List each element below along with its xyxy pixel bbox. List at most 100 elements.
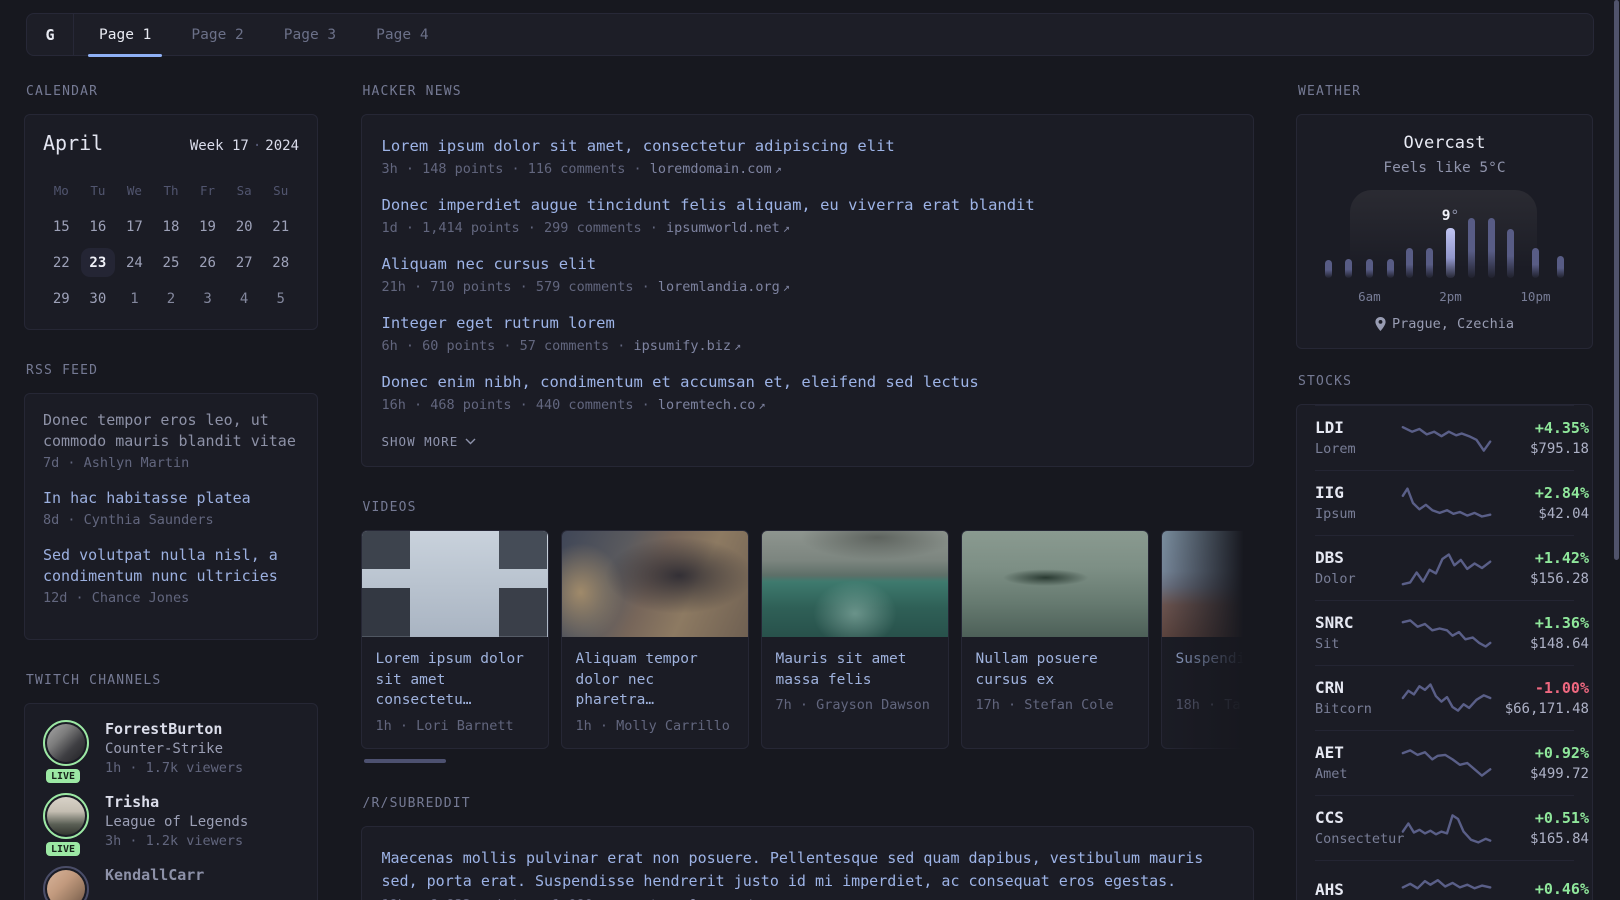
- stocks-section-title: Stocks: [1298, 374, 1353, 389]
- channel-avatar: [43, 793, 89, 839]
- page-tab[interactable]: Page 1: [86, 14, 164, 57]
- video-title[interactable]: Aliquam tempor dolor nec pharetra…: [576, 649, 734, 711]
- video-title[interactable]: Suspendisse diam: [1176, 649, 1254, 690]
- rss-item[interactable]: In hac habitasse platea 8d · Cynthia Sau…: [43, 488, 299, 528]
- rss-item-title[interactable]: Sed volutpat nulla nisl, a condimentum n…: [43, 545, 299, 587]
- hackernews-item-domain[interactable]: ipsumworld.net ↗: [666, 220, 790, 236]
- stock-price: $165.84: [1529, 830, 1589, 847]
- calendar-dow-row: Mo Tu We Th Fr Sa Su: [43, 183, 299, 204]
- video-card[interactable]: Mauris sit amet massa felis 7h · Grayson…: [760, 530, 949, 749]
- hackernews-item-title[interactable]: Donec imperdiet augue tincidunt felis al…: [382, 194, 1035, 216]
- video-title[interactable]: Lorem ipsum dolor sit amet consectetu…: [376, 649, 534, 711]
- video-title[interactable]: Mauris sit amet massa felis: [776, 649, 934, 690]
- videos-scrollbar: [361, 758, 1254, 763]
- current-temp-label: 9°: [1441, 208, 1460, 224]
- stock-ticker: CCS: [1315, 808, 1344, 827]
- hackernews-item-title[interactable]: Integer eget rutrum lorem: [382, 312, 615, 334]
- weather-bar: [1386, 259, 1394, 278]
- rss-item-title[interactable]: Donec tempor eros leo, ut commodo mauris…: [43, 410, 299, 452]
- subreddit-post-domain[interactable]: loremnet.xyz↗: [690, 897, 798, 900]
- calendar-day-cell: 19: [199, 218, 216, 235]
- video-meta: 18h · Tara: [1175, 697, 1254, 713]
- channel-name[interactable]: ForrestBurton: [105, 720, 243, 738]
- subreddit-section-title: /r/subreddit: [362, 795, 471, 811]
- rss-item-title[interactable]: In hac habitasse platea: [43, 488, 299, 509]
- video-title[interactable]: Nullam posuere cursus ex: [976, 649, 1134, 690]
- hackernews-item-title[interactable]: Lorem ipsum dolor sit amet, consectetur …: [382, 135, 895, 157]
- hackernews-item-meta: 1d · 1,414 points · 299 comments · ipsum…: [381, 220, 791, 236]
- hackernews-item-title[interactable]: Donec enim nibh, condimentum et accumsan…: [382, 371, 979, 393]
- live-badge: LIVE: [46, 769, 81, 783]
- stock-name: Ipsum: [1315, 506, 1356, 522]
- videos-widget: Videos Lorem ipsum dolor sit amet consec…: [360, 500, 1254, 763]
- twitch-channel-row[interactable]: LIVE Trisha League of Legends 3h · 1.2k …: [43, 793, 299, 856]
- weather-location: Prague, Czechia: [1313, 316, 1576, 332]
- channel-name[interactable]: Trisha: [105, 793, 248, 811]
- stock-ticker: CRN: [1315, 678, 1344, 697]
- rss-item[interactable]: Donec tempor eros leo, ut commodo mauris…: [43, 410, 299, 471]
- stock-row: AHS +0.46%: [1315, 860, 1589, 900]
- weather-condition: Overcast: [1403, 133, 1486, 153]
- page-tab[interactable]: Page 2: [178, 14, 256, 55]
- rss-item-meta: 8d · Cynthia Saunders: [43, 512, 214, 528]
- hackernews-item-domain[interactable]: loremdomain.com ↗: [650, 161, 782, 177]
- stock-ticker: LDI: [1315, 418, 1344, 437]
- weather-hourly-chart: 6am 9° 2pm 10pm: [1313, 190, 1576, 304]
- channel-meta: 3h · 1.2k viewers: [105, 833, 244, 849]
- page-tab[interactable]: Page 4: [363, 14, 441, 55]
- video-card[interactable]: Lorem ipsum dolor sit amet consectetu… 1…: [360, 530, 549, 749]
- stock-price: $148.64: [1529, 635, 1589, 652]
- stock-sparkline: [1401, 873, 1493, 900]
- calendar-section-title: Calendar: [26, 84, 99, 99]
- calendar-day-cell: 4: [239, 290, 249, 307]
- calendar-day-cell: 22: [52, 254, 70, 271]
- external-link-icon: ↗: [782, 280, 791, 294]
- hackernews-item-title[interactable]: Aliquam nec cursus elit: [382, 253, 597, 275]
- stock-name: Consectetur: [1315, 831, 1405, 847]
- calendar-widget: Calendar April Week 17 · 2024 Mo Tu We Th Fr Sa…: [24, 84, 318, 330]
- video-card[interactable]: Nullam posuere cursus ex 17h · Stefan Co…: [960, 530, 1149, 749]
- top-navigation-bar: G Page 1 Page 2 Page 3 Page 4: [26, 13, 1594, 57]
- page-tab[interactable]: Page 3: [271, 14, 349, 55]
- videos-carousel: Lorem ipsum dolor sit amet consectetu… 1…: [360, 530, 1254, 749]
- twitch-card: LIVE ForrestBurton Counter-Strike 1h · 1…: [24, 703, 318, 900]
- calendar-dow-label: We: [126, 183, 142, 198]
- stock-price: $499.72: [1529, 765, 1589, 782]
- hackernews-item-meta: 21h · 710 points · 579 comments · loreml…: [381, 279, 791, 295]
- external-link-icon: ↗: [782, 221, 791, 235]
- hackernews-item: Lorem ipsum dolor sit amet, consectetur …: [382, 135, 1233, 177]
- calendar-week-year: Week 17 · 2024: [189, 138, 299, 154]
- channel-avatar: [43, 866, 89, 900]
- hackernews-item-domain[interactable]: ipsumify.biz ↗: [633, 338, 741, 354]
- rss-item[interactable]: Sed volutpat nulla nisl, a condimentum n…: [43, 545, 299, 606]
- video-card[interactable]: Aliquam tempor dolor nec pharetra… 1h · …: [560, 530, 749, 749]
- stocks-widget: Stocks LDI Lorem +4.35% $795.18: [1296, 374, 1593, 900]
- calendar-dow-label: Fr: [200, 183, 216, 198]
- twitch-channel-row[interactable]: LIVE KendallCarr: [43, 866, 299, 900]
- subreddit-post-title[interactable]: Maecenas mollis pulvinar erat non posuer…: [382, 847, 1233, 893]
- video-card[interactable]: Suspendisse diam 18h · Tara: [1160, 530, 1254, 749]
- external-link-icon: ↗: [734, 339, 742, 353]
- stock-change: +1.42%: [1534, 548, 1589, 567]
- rss-widget: RSS Feed Donec tempor eros leo, ut commo…: [24, 363, 318, 640]
- videos-scrollbar-thumb[interactable]: [363, 758, 446, 763]
- calendar-day-cell: 16: [89, 218, 107, 235]
- video-thumbnail: [561, 531, 748, 637]
- subreddit-post: Maecenas mollis pulvinar erat non posuer…: [382, 847, 1233, 900]
- twitch-channel-row[interactable]: LIVE ForrestBurton Counter-Strike 1h · 1…: [43, 720, 299, 783]
- hackernews-show-more-button[interactable]: Show more: [382, 434, 477, 449]
- weather-feels-like: Feels like 5°C: [1383, 160, 1506, 176]
- hackernews-item-domain[interactable]: loremlandia.org ↗: [658, 279, 790, 295]
- right-column: Weather Overcast Feels like 5°C: [1296, 84, 1593, 900]
- video-thumbnail: [961, 531, 1148, 637]
- page-tab-label: Page 3: [283, 26, 337, 43]
- calendar-day-cell: 28: [272, 254, 290, 271]
- hackernews-item-domain[interactable]: loremtech.co ↗: [658, 397, 766, 413]
- stock-sparkline: [1401, 420, 1493, 456]
- dot-separator: ·: [252, 138, 262, 154]
- page-scrollbar-thumb[interactable]: [1614, 0, 1619, 560]
- calendar-day-cell: 30: [89, 290, 107, 307]
- channel-name[interactable]: KendallCarr: [105, 866, 204, 884]
- stock-row: LDI Lorem +4.35% $795.18: [1315, 405, 1589, 470]
- calendar-dow-label: Th: [163, 183, 179, 198]
